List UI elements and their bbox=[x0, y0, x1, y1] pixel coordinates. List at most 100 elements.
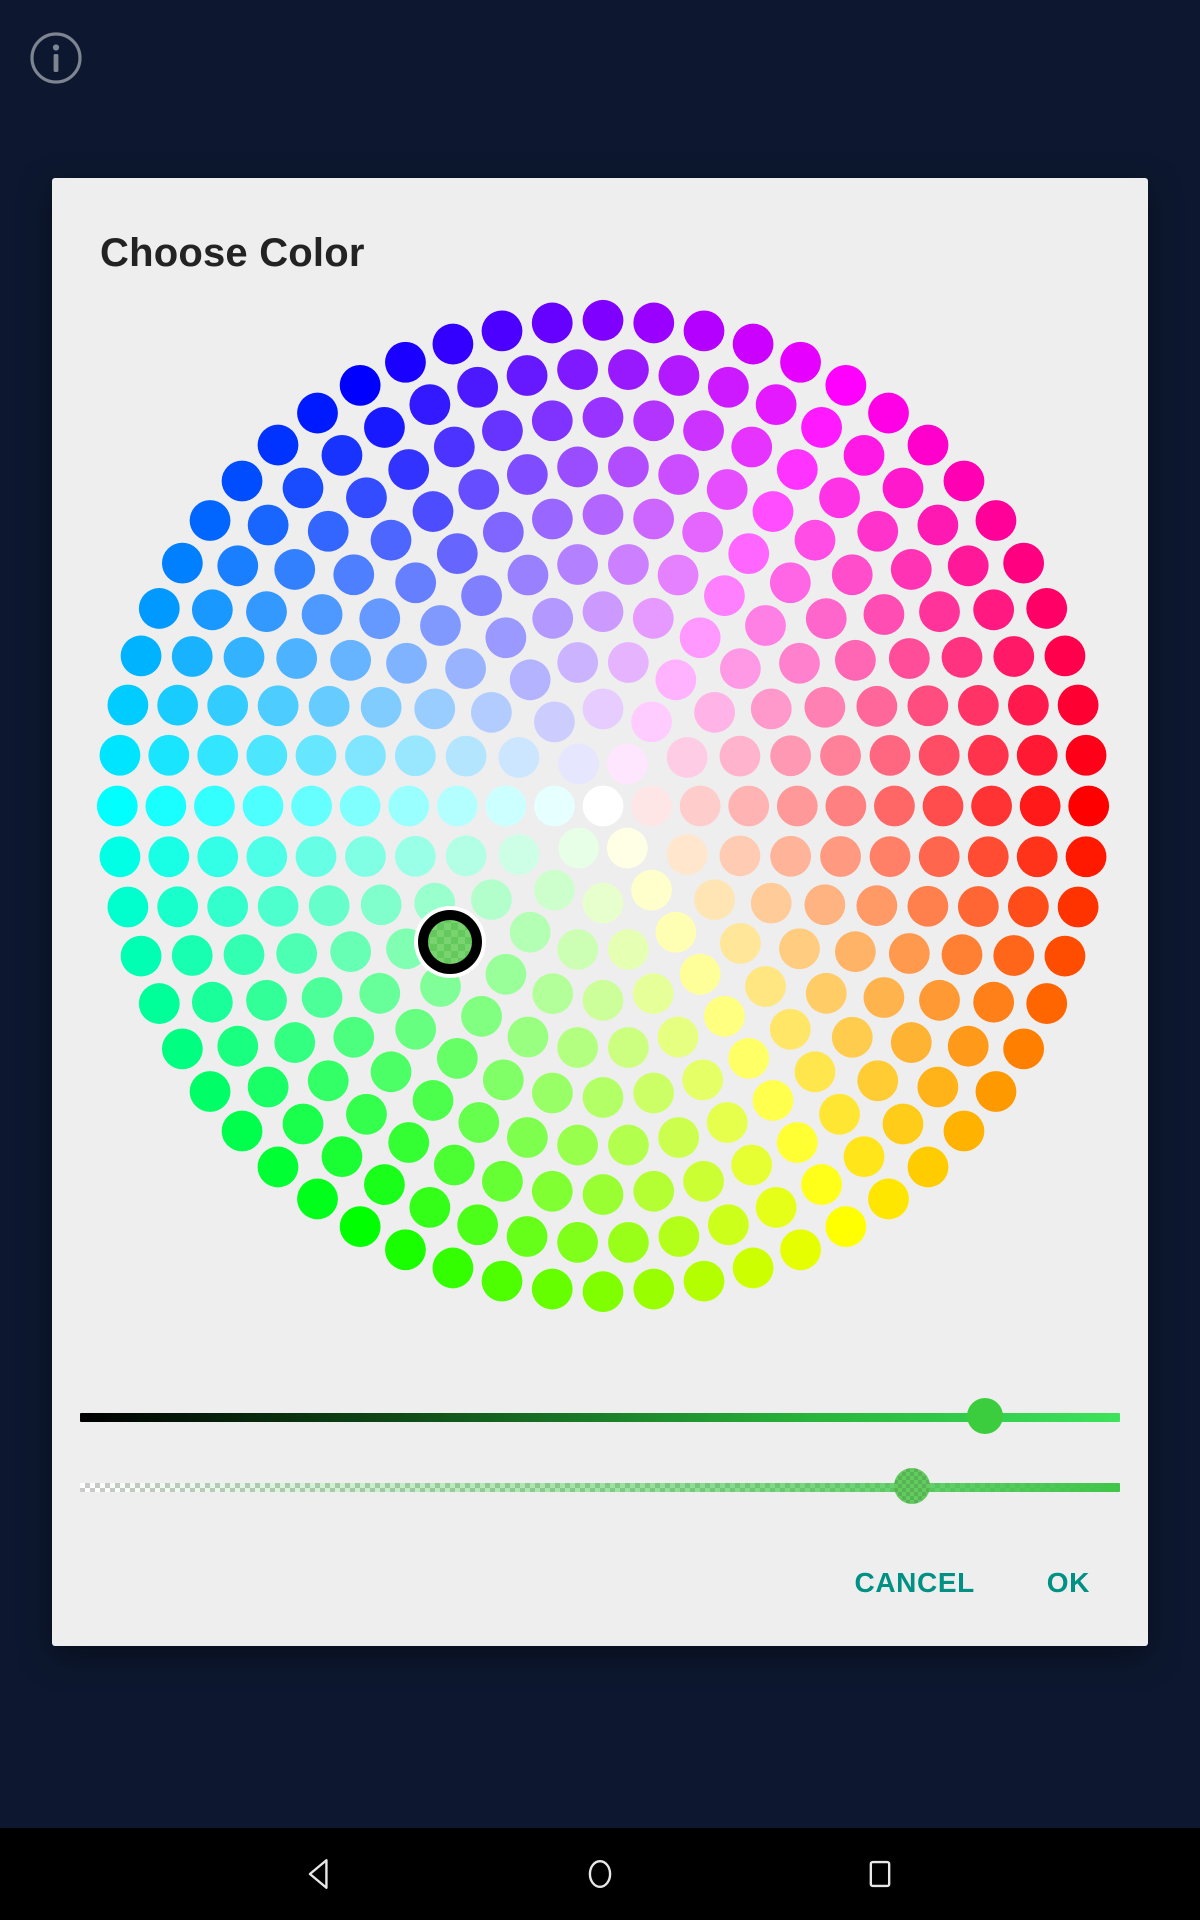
color-swatch[interactable] bbox=[655, 911, 697, 953]
color-swatch[interactable] bbox=[221, 1110, 263, 1152]
color-swatch[interactable] bbox=[770, 835, 812, 877]
color-swatch[interactable] bbox=[257, 424, 299, 466]
color-swatch[interactable] bbox=[947, 1025, 989, 1067]
color-swatch[interactable] bbox=[1057, 886, 1099, 928]
color-swatch[interactable] bbox=[282, 1103, 324, 1145]
color-swatch[interactable] bbox=[607, 544, 649, 585]
color-swatch[interactable] bbox=[907, 1146, 949, 1188]
color-swatch[interactable] bbox=[919, 979, 960, 1021]
color-swatch[interactable] bbox=[706, 1102, 748, 1143]
color-swatch[interactable] bbox=[608, 1124, 649, 1166]
color-swatch[interactable] bbox=[682, 1059, 724, 1101]
color-swatch[interactable] bbox=[633, 498, 675, 540]
color-swatch[interactable] bbox=[719, 922, 761, 964]
color-swatch[interactable] bbox=[458, 1102, 500, 1143]
color-swatch[interactable] bbox=[148, 836, 190, 878]
color-swatch[interactable] bbox=[197, 734, 239, 776]
color-swatch[interactable] bbox=[922, 785, 964, 827]
color-swatch[interactable] bbox=[1016, 734, 1058, 776]
hsv-color-wheel[interactable] bbox=[80, 283, 1126, 1329]
color-swatch[interactable] bbox=[957, 886, 999, 927]
color-swatch[interactable] bbox=[345, 735, 386, 776]
color-swatch[interactable] bbox=[246, 734, 288, 776]
color-swatch[interactable] bbox=[339, 1206, 381, 1248]
color-swatch[interactable] bbox=[666, 737, 708, 778]
color-swatch[interactable] bbox=[217, 545, 259, 587]
color-swatch[interactable] bbox=[531, 1170, 573, 1212]
color-swatch[interactable] bbox=[333, 1016, 375, 1058]
color-swatch[interactable] bbox=[843, 1136, 885, 1178]
color-swatch[interactable] bbox=[943, 1110, 985, 1152]
color-swatch[interactable] bbox=[138, 983, 180, 1024]
color-swatch[interactable] bbox=[308, 885, 350, 927]
color-swatch[interactable] bbox=[719, 648, 761, 690]
color-swatch[interactable] bbox=[843, 434, 885, 476]
back-icon[interactable] bbox=[220, 1828, 420, 1920]
color-swatch[interactable] bbox=[470, 691, 512, 733]
color-swatch[interactable] bbox=[307, 510, 349, 552]
color-swatch[interactable] bbox=[745, 966, 786, 1007]
color-swatch[interactable] bbox=[345, 836, 386, 877]
color-swatch[interactable] bbox=[346, 477, 387, 519]
color-swatch[interactable] bbox=[779, 928, 820, 970]
color-swatch[interactable] bbox=[282, 467, 324, 509]
color-swatch[interactable] bbox=[1007, 684, 1049, 726]
color-swatch[interactable] bbox=[470, 879, 512, 921]
color-swatch[interactable] bbox=[385, 1229, 426, 1271]
color-swatch[interactable] bbox=[291, 785, 332, 827]
color-swatch[interactable] bbox=[704, 575, 745, 617]
color-swatch[interactable] bbox=[706, 469, 748, 510]
color-swatch[interactable] bbox=[731, 426, 773, 468]
color-swatch[interactable] bbox=[632, 973, 674, 1015]
color-swatch[interactable] bbox=[412, 491, 454, 532]
color-swatch[interactable] bbox=[825, 785, 867, 827]
brightness-slider-track[interactable] bbox=[80, 1413, 1120, 1422]
color-swatch[interactable] bbox=[683, 410, 724, 452]
color-swatch[interactable] bbox=[907, 685, 949, 727]
color-swatch[interactable] bbox=[801, 407, 842, 448]
color-swatch[interactable] bbox=[436, 533, 478, 575]
color-swatch[interactable] bbox=[99, 734, 141, 776]
color-swatch[interactable] bbox=[868, 392, 909, 434]
color-swatch[interactable] bbox=[395, 562, 437, 604]
color-swatch[interactable] bbox=[728, 533, 770, 575]
color-swatch[interactable] bbox=[967, 836, 1009, 878]
color-swatch[interactable] bbox=[1019, 785, 1061, 827]
color-swatch[interactable] bbox=[856, 685, 898, 727]
color-swatch[interactable] bbox=[148, 734, 190, 776]
color-swatch[interactable] bbox=[731, 1144, 773, 1186]
color-swatch[interactable] bbox=[582, 1077, 624, 1118]
color-swatch[interactable] bbox=[297, 1178, 338, 1220]
color-swatch[interactable] bbox=[217, 1025, 259, 1067]
color-swatch[interactable] bbox=[388, 449, 430, 490]
color-swatch[interactable] bbox=[414, 882, 456, 924]
color-swatch[interactable] bbox=[482, 410, 523, 452]
color-swatch[interactable] bbox=[223, 636, 265, 678]
color-swatch[interactable] bbox=[606, 743, 648, 785]
color-swatch[interactable] bbox=[409, 1186, 451, 1228]
color-swatch[interactable] bbox=[874, 785, 915, 827]
color-swatch[interactable] bbox=[819, 1093, 860, 1135]
color-swatch[interactable] bbox=[194, 785, 235, 827]
color-swatch[interactable] bbox=[145, 785, 187, 827]
color-swatch[interactable] bbox=[107, 684, 149, 726]
color-swatch[interactable] bbox=[297, 392, 338, 434]
color-swatch[interactable] bbox=[330, 639, 372, 681]
color-swatch[interactable] bbox=[1044, 935, 1086, 977]
color-swatch[interactable] bbox=[359, 972, 401, 1014]
color-swatch[interactable] bbox=[890, 549, 932, 590]
color-swatch[interactable] bbox=[633, 1268, 675, 1310]
color-swatch[interactable] bbox=[346, 1093, 387, 1135]
color-swatch[interactable] bbox=[776, 449, 818, 490]
color-swatch[interactable] bbox=[863, 594, 905, 635]
color-swatch[interactable] bbox=[1044, 635, 1086, 677]
color-swatch[interactable] bbox=[869, 734, 911, 776]
color-swatch[interactable] bbox=[557, 1124, 598, 1166]
color-swatch[interactable] bbox=[242, 785, 284, 827]
color-swatch[interactable] bbox=[247, 504, 289, 546]
color-swatch[interactable] bbox=[189, 1071, 231, 1112]
color-swatch[interactable] bbox=[732, 1247, 774, 1289]
color-swatch[interactable] bbox=[274, 549, 316, 590]
color-swatch[interactable] bbox=[257, 1146, 299, 1188]
color-swatch[interactable] bbox=[658, 1117, 700, 1158]
